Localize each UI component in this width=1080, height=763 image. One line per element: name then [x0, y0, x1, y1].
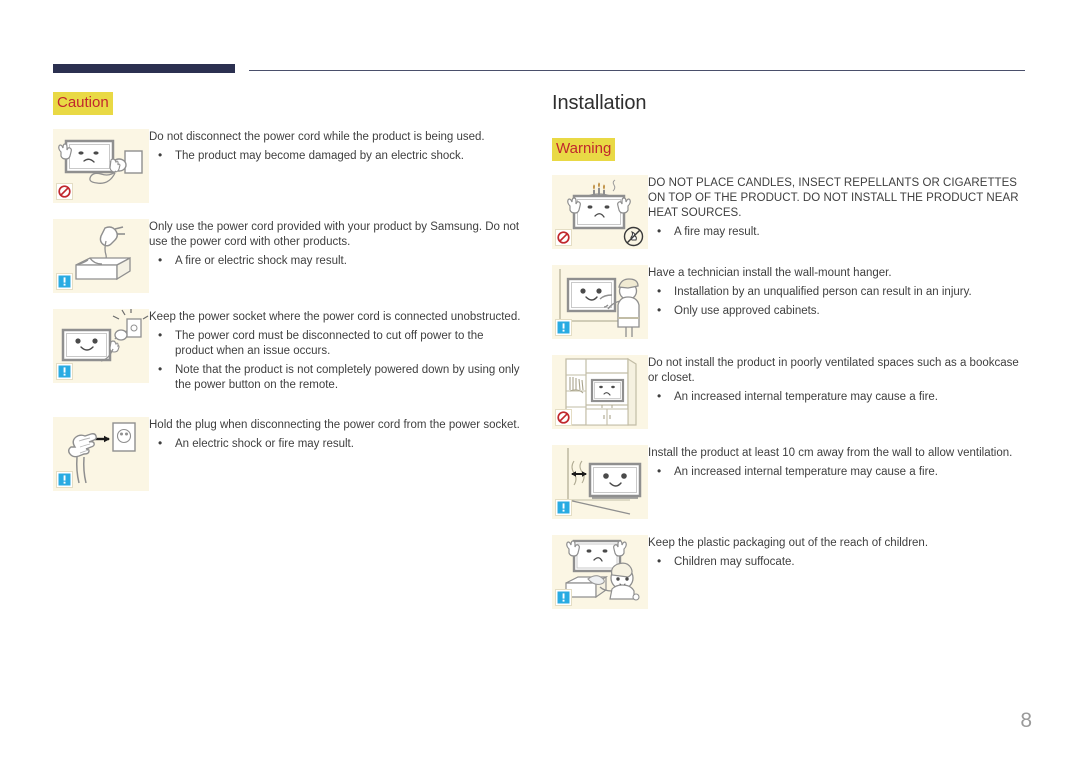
- item-lead-text: Have a technician install the wall-mount…: [648, 267, 892, 279]
- page-number: 8: [1020, 709, 1032, 732]
- item-bullets: The product may become damaged by an ele…: [149, 148, 523, 164]
- figure-wrap: [552, 445, 648, 519]
- prohibition-badge-icon: [56, 183, 73, 200]
- bullet: Children may suffocate.: [648, 554, 1028, 570]
- precaution-item: Have a technician install the wall-mount…: [552, 265, 1028, 355]
- header-rule-thin: [249, 70, 1025, 71]
- page-title: Installation: [552, 92, 647, 114]
- precaution-item: Only use the power cord provided with yo…: [53, 219, 523, 309]
- bullet: A fire may result.: [648, 224, 1028, 240]
- precaution-item: Hold the plug when disconnecting the pow…: [53, 417, 523, 507]
- item-bullets: A fire may result.: [648, 224, 1028, 240]
- right-items-list: DO NOT PLACE CANDLES, INSECT REPELLANTS …: [552, 175, 1028, 625]
- item-lead-text: Keep the plastic packaging out of the re…: [648, 537, 929, 549]
- power-cord-in-box-notice-illustration: [53, 219, 149, 293]
- figure-wrap: [53, 417, 149, 491]
- figure-wrap: [552, 265, 648, 339]
- item-lead-text: Do not install the product in poorly ven…: [648, 357, 1019, 384]
- item-bullets: Installation by an unqualified person ca…: [648, 284, 1028, 319]
- right-column: Installation Warning DO NOT PLACE CANDLE…: [552, 92, 1028, 625]
- notice-badge-icon: [555, 319, 572, 336]
- notice-badge-icon: [56, 363, 73, 380]
- text-wrap: Do not disconnect the power cord while t…: [149, 129, 523, 168]
- bullet: An electric shock or fire may result.: [149, 436, 523, 452]
- bullet: An increased internal temperature may ca…: [648, 464, 1028, 480]
- precaution-item: Keep the plastic packaging out of the re…: [552, 535, 1028, 625]
- item-lead-text: Install the product at least 10 cm away …: [648, 447, 1013, 459]
- text-wrap: Do not install the product in poorly ven…: [648, 355, 1028, 409]
- candles-on-product-prohibited-illustration: [552, 175, 648, 249]
- technician-wall-mount-notice-illustration: [552, 265, 648, 339]
- text-wrap: Have a technician install the wall-mount…: [648, 265, 1028, 323]
- product-in-bookcase-prohibited-illustration: [552, 355, 648, 429]
- hand-holding-plug-notice-illustration: [53, 417, 149, 491]
- monitor-unplugging-cord-prohibited-illustration: [53, 129, 149, 203]
- item-bullets: An increased internal temperature may ca…: [648, 389, 1028, 405]
- no-flame-circle-icon: [623, 226, 644, 247]
- caution-label: Caution: [53, 92, 113, 115]
- figure-wrap: [552, 535, 648, 609]
- item-bullets: A fire or electric shock may result.: [149, 253, 523, 269]
- precaution-item: Keep the power socket where the power co…: [53, 309, 523, 417]
- item-bullets: The power cord must be disconnected to c…: [149, 328, 523, 393]
- item-lead-text: DO NOT PLACE CANDLES, INSECT REPELLANTS …: [648, 177, 1019, 219]
- figure-wrap: [53, 129, 149, 203]
- bullet: An increased internal temperature may ca…: [648, 389, 1028, 405]
- notice-badge-icon: [555, 589, 572, 606]
- item-bullets: An increased internal temperature may ca…: [648, 464, 1028, 480]
- bullet: Note that the product is not completely …: [149, 362, 523, 393]
- item-bullets: An electric shock or fire may result.: [149, 436, 523, 452]
- header-rule: [53, 64, 1025, 76]
- figure-wrap: [552, 355, 648, 429]
- bullet: Only use approved cabinets.: [648, 303, 1028, 319]
- bullet: A fire or electric shock may result.: [149, 253, 523, 269]
- bullet: The product may become damaged by an ele…: [149, 148, 523, 164]
- prohibition-badge-icon: [555, 229, 572, 246]
- figure-wrap: [552, 175, 648, 249]
- item-lead-text: Hold the plug when disconnecting the pow…: [149, 419, 520, 431]
- precaution-item: Install the product at least 10 cm away …: [552, 445, 1028, 535]
- text-wrap: Only use the power cord provided with yo…: [149, 219, 523, 273]
- text-wrap: DO NOT PLACE CANDLES, INSECT REPELLANTS …: [648, 175, 1028, 244]
- left-column: Caution Do not disconnect the power cord…: [53, 92, 523, 507]
- precaution-item: Do not disconnect the power cord while t…: [53, 129, 523, 219]
- bullet: The power cord must be disconnected to c…: [149, 328, 523, 359]
- figure-wrap: [53, 309, 149, 383]
- notice-badge-icon: [56, 273, 73, 290]
- text-wrap: Keep the power socket where the power co…: [149, 309, 523, 397]
- precaution-item: Do not install the product in poorly ven…: [552, 355, 1028, 445]
- left-items-list: Do not disconnect the power cord while t…: [53, 129, 523, 507]
- monitor-socket-accessible-notice-illustration: [53, 309, 149, 383]
- item-bullets: Children may suffocate.: [648, 554, 1028, 570]
- precaution-item: DO NOT PLACE CANDLES, INSECT REPELLANTS …: [552, 175, 1028, 265]
- text-wrap: Keep the plastic packaging out of the re…: [648, 535, 1028, 574]
- bullet: Installation by an unqualified person ca…: [648, 284, 1028, 300]
- warning-label: Warning: [552, 138, 616, 161]
- item-lead-text: Keep the power socket where the power co…: [149, 311, 521, 323]
- prohibition-badge-icon: [555, 409, 572, 426]
- notice-badge-icon: [56, 471, 73, 488]
- product-distance-from-wall-notice-illustration: [552, 445, 648, 519]
- manual-page: { "colors": { "rule_dark": "#2b3050", "a…: [0, 0, 1080, 763]
- notice-badge-icon: [555, 499, 572, 516]
- figure-wrap: [53, 219, 149, 293]
- child-with-plastic-packaging-notice-illustration: [552, 535, 648, 609]
- item-lead-text: Do not disconnect the power cord while t…: [149, 131, 485, 143]
- text-wrap: Install the product at least 10 cm away …: [648, 445, 1028, 484]
- text-wrap: Hold the plug when disconnecting the pow…: [149, 417, 523, 456]
- item-lead-text: Only use the power cord provided with yo…: [149, 221, 520, 248]
- header-rule-thick: [53, 64, 235, 73]
